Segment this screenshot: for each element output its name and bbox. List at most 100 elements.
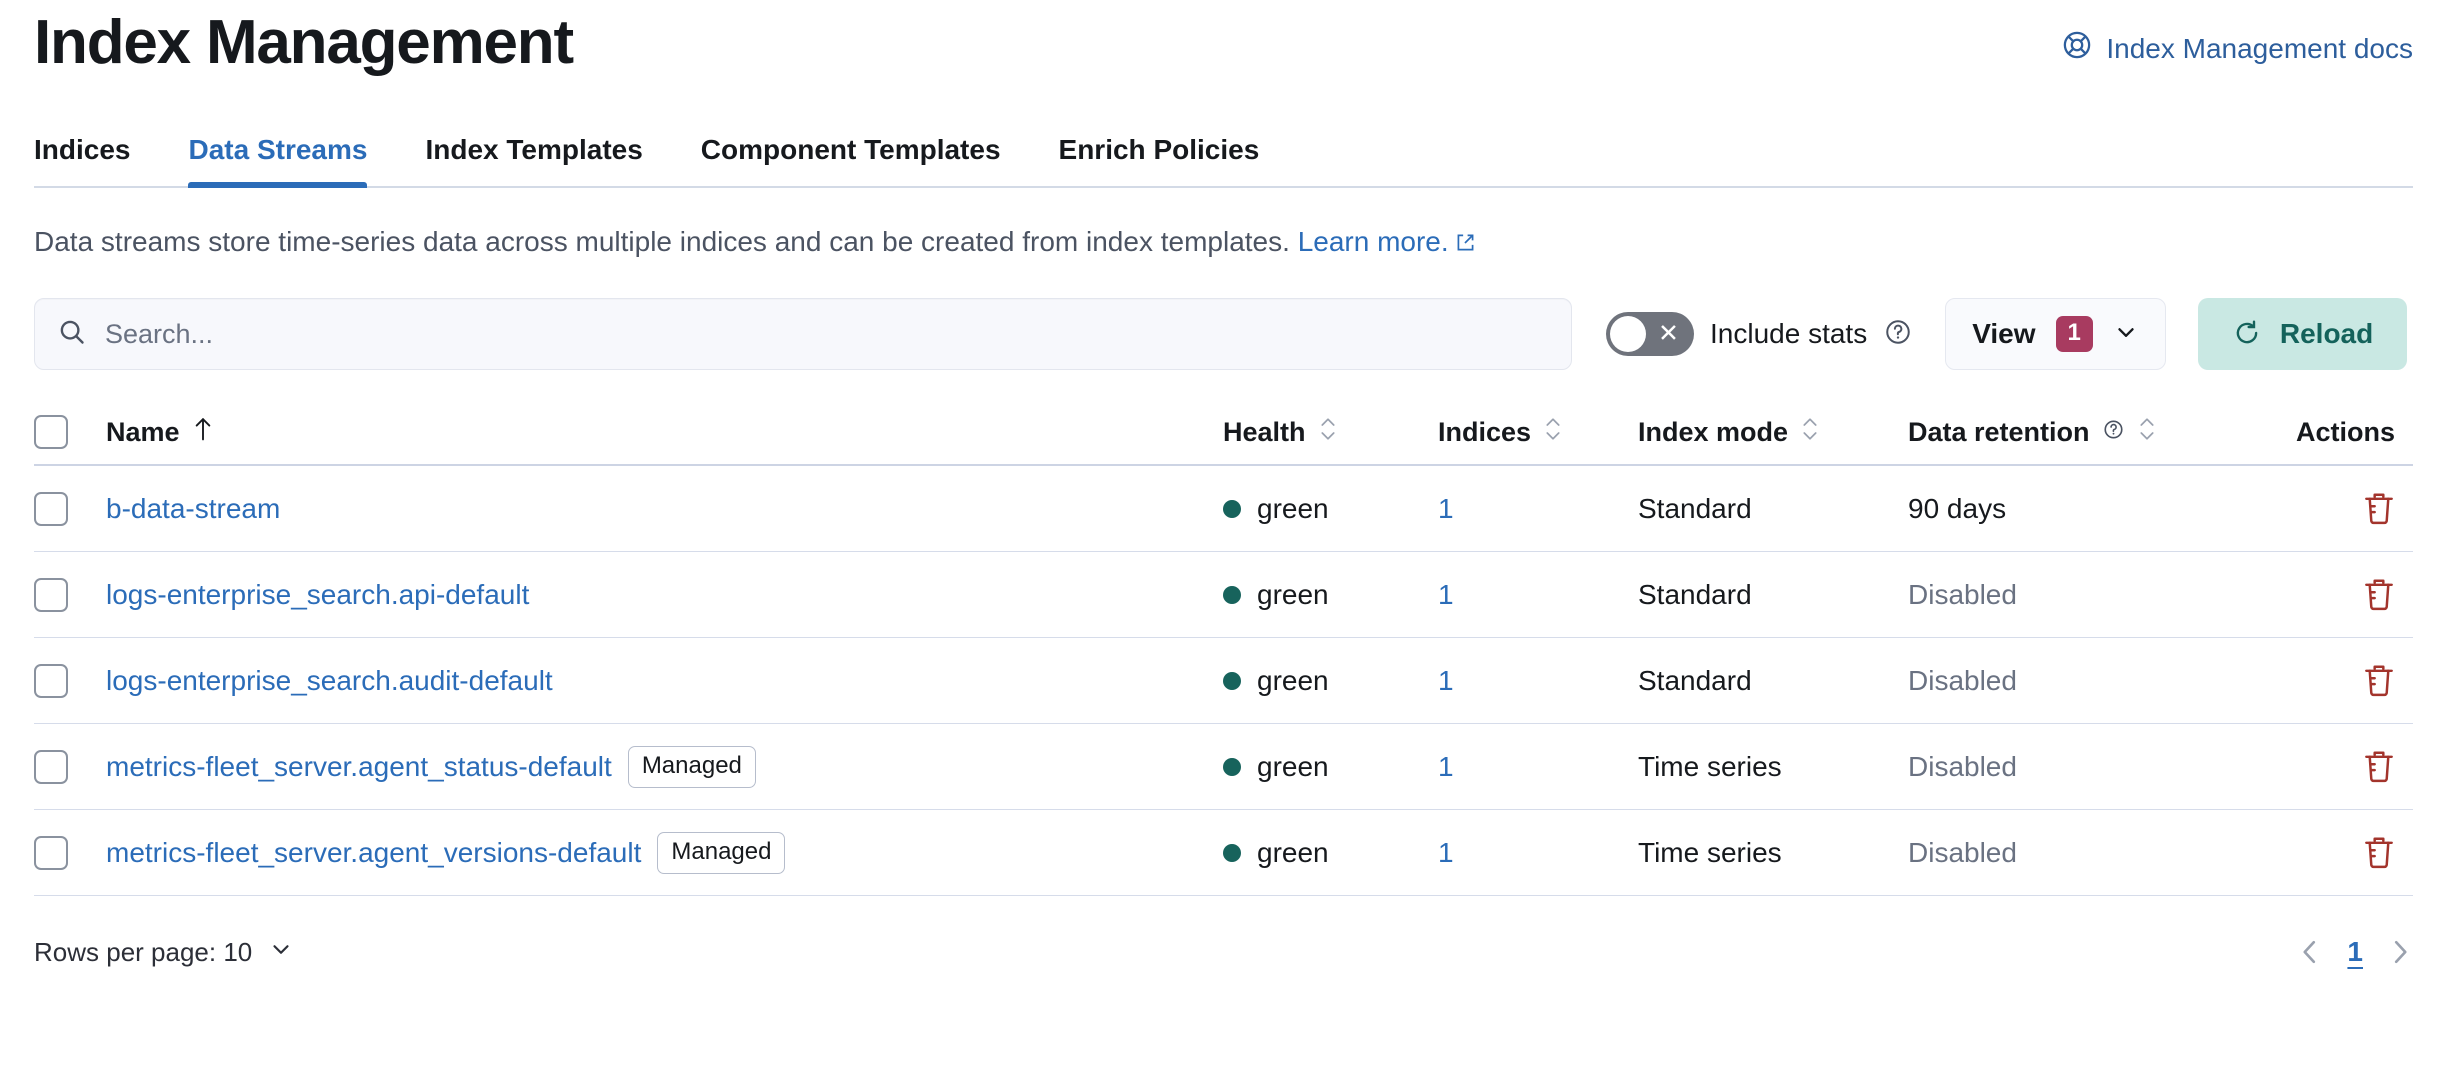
previous-page-button[interactable] xyxy=(2297,937,2323,967)
external-link-icon xyxy=(1455,225,1476,263)
trash-icon xyxy=(2363,665,2395,701)
chevron-down-icon xyxy=(2113,319,2139,350)
rows-per-page-selector[interactable]: Rows per page: 10 xyxy=(34,936,294,969)
page-header: Index Management Index Management docs xyxy=(34,0,2413,108)
reload-button[interactable]: Reload xyxy=(2197,298,2408,370)
delete-data-stream-button[interactable] xyxy=(2363,492,2395,526)
sort-both-icon xyxy=(1543,416,1563,449)
include-stats-group: ✕ Include stats xyxy=(1606,312,1913,356)
row-select-cell xyxy=(34,577,106,612)
page-number-1[interactable]: 1 xyxy=(2347,936,2363,968)
data-retention-value: Disabled xyxy=(1908,664,2017,696)
index-mode-value: Standard xyxy=(1638,578,1752,610)
index-mode-value: Time series xyxy=(1638,750,1782,782)
health-status-dot xyxy=(1223,499,1241,518)
data-retention-value: Disabled xyxy=(1908,836,2017,868)
data-retention-value: 90 days xyxy=(1908,492,2007,524)
indices-count-link[interactable]: 1 xyxy=(1438,493,1454,524)
data-stream-name-link[interactable]: b-data-stream xyxy=(106,493,280,525)
health-status-dot xyxy=(1223,843,1241,862)
table-row: logs-enterprise_search.api-default green… xyxy=(34,552,2413,638)
trash-icon xyxy=(2363,579,2395,615)
docs-link-label: Index Management docs xyxy=(2106,33,2413,64)
column-header-data-retention-label: Data retention xyxy=(1908,416,2090,447)
sort-ascending-icon xyxy=(192,416,214,449)
view-filter-count-badge: 1 xyxy=(2055,316,2093,352)
index-mode-value: Standard xyxy=(1638,492,1752,524)
row-checkbox[interactable] xyxy=(34,491,68,526)
health-status-text: green xyxy=(1257,750,1329,782)
next-page-button[interactable] xyxy=(2387,937,2413,967)
include-stats-toggle[interactable]: ✕ xyxy=(1606,312,1694,356)
page-description: Data streams store time-series data acro… xyxy=(34,223,2413,263)
row-select-cell xyxy=(34,749,106,784)
refresh-icon xyxy=(2232,318,2262,351)
table-header-row: Name Health Indices Index mode Data rete… xyxy=(34,400,2413,466)
question-mark-circle-icon[interactable] xyxy=(1883,317,1913,352)
health-status-text: green xyxy=(1257,578,1329,610)
index-mode-value: Standard xyxy=(1638,664,1752,696)
data-retention-value: Disabled xyxy=(1908,750,2017,782)
data-stream-name-link[interactable]: metrics-fleet_server.agent_status-defaul… xyxy=(106,751,612,783)
managed-badge: Managed xyxy=(657,831,786,874)
tab-indices[interactable]: Indices xyxy=(34,133,130,186)
view-button-label: View xyxy=(1972,318,2036,349)
data-stream-name-link[interactable]: logs-enterprise_search.api-default xyxy=(106,579,529,611)
data-retention-value: Disabled xyxy=(1908,578,2017,610)
data-streams-table: Name Health Indices Index mode Data rete… xyxy=(34,400,2413,896)
tab-data-streams[interactable]: Data Streams xyxy=(188,133,367,188)
health-status-text: green xyxy=(1257,492,1329,524)
search-box[interactable] xyxy=(34,298,1572,370)
toolbar: ✕ Include stats View 1 xyxy=(34,298,2413,370)
row-checkbox[interactable] xyxy=(34,749,68,784)
sort-both-icon xyxy=(1318,416,1338,449)
data-stream-name-link[interactable]: logs-enterprise_search.audit-default xyxy=(106,665,553,697)
learn-more-link[interactable]: Learn more. xyxy=(1298,226,1449,257)
toggle-off-x-icon: ✕ xyxy=(1658,319,1679,348)
delete-data-stream-button[interactable] xyxy=(2363,750,2395,784)
indices-count-link[interactable]: 1 xyxy=(1438,665,1454,696)
row-select-cell xyxy=(34,663,106,698)
select-all-cell xyxy=(34,415,106,449)
column-header-name[interactable]: Name xyxy=(106,416,214,449)
indices-count-link[interactable]: 1 xyxy=(1438,751,1454,782)
view-button[interactable]: View 1 xyxy=(1945,298,2166,370)
delete-data-stream-button[interactable] xyxy=(2363,836,2395,870)
index-management-docs-link[interactable]: Index Management docs xyxy=(2061,29,2413,69)
indices-count-link[interactable]: 1 xyxy=(1438,837,1454,868)
select-all-checkbox[interactable] xyxy=(34,415,68,449)
delete-data-stream-button[interactable] xyxy=(2363,578,2395,612)
row-checkbox[interactable] xyxy=(34,663,68,698)
row-checkbox[interactable] xyxy=(34,835,68,870)
health-status-text: green xyxy=(1257,664,1329,696)
column-header-index-mode-label: Index mode xyxy=(1638,416,1789,447)
tab-bar: Indices Data Streams Index Templates Com… xyxy=(34,116,2413,188)
description-text: Data streams store time-series data acro… xyxy=(34,226,1290,257)
health-status-text: green xyxy=(1257,836,1329,868)
tab-index-templates[interactable]: Index Templates xyxy=(425,133,642,186)
column-header-health[interactable]: Health xyxy=(1223,416,1338,449)
column-header-indices[interactable]: Indices xyxy=(1438,416,1638,449)
column-header-index-mode[interactable]: Index mode xyxy=(1638,416,1908,449)
column-header-indices-label: Indices xyxy=(1438,416,1532,447)
column-header-actions: Actions xyxy=(2295,416,2395,447)
data-stream-name-link[interactable]: metrics-fleet_server.agent_versions-defa… xyxy=(106,837,641,869)
delete-data-stream-button[interactable] xyxy=(2363,664,2395,698)
row-checkbox[interactable] xyxy=(34,577,68,612)
question-mark-circle-icon[interactable] xyxy=(2102,417,2125,448)
column-header-data-retention[interactable]: Data retention xyxy=(1908,416,2213,449)
reload-button-label: Reload xyxy=(2279,318,2374,349)
indices-count-link[interactable]: 1 xyxy=(1438,579,1454,610)
sort-both-icon xyxy=(2137,416,2157,449)
tab-enrich-policies[interactable]: Enrich Policies xyxy=(1059,133,1260,186)
column-header-health-label: Health xyxy=(1223,416,1306,447)
tab-component-templates[interactable]: Component Templates xyxy=(701,133,1001,186)
pagination: 1 xyxy=(2297,936,2413,968)
column-header-name-label: Name xyxy=(106,416,180,447)
index-mode-value: Time series xyxy=(1638,836,1782,868)
rows-per-page-label: Rows per page: 10 xyxy=(34,936,253,967)
search-input[interactable] xyxy=(105,318,1549,350)
row-select-cell xyxy=(34,835,106,870)
health-status-dot xyxy=(1223,757,1241,776)
trash-icon xyxy=(2363,493,2395,529)
